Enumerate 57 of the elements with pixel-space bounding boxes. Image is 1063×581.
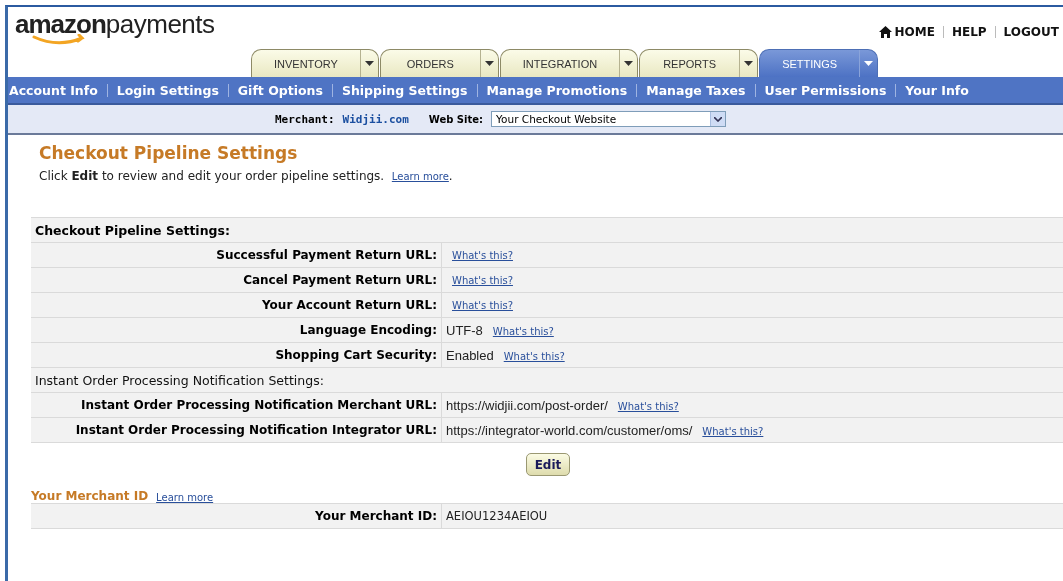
website-dropdown[interactable]: Your Checkout Website (491, 111, 727, 127)
subnav-link[interactable]: Shipping Settings (341, 82, 468, 98)
nav-tab[interactable]: REPORTS (639, 49, 759, 77)
subnav-link[interactable]: Account Info (9, 82, 98, 98)
whats-this-link[interactable]: What's this? (503, 350, 565, 362)
setting-value: https://integrator-world.com/customer/oms/ (446, 422, 693, 438)
section-title: Your Merchant ID (31, 489, 149, 503)
amazon-payments-logo: amazonpayments (8, 7, 215, 43)
whats-this-link[interactable]: What's this? (452, 250, 513, 261)
setting-value: https://widjii.com/post-order/ (446, 397, 608, 413)
nav-tab[interactable]: SETTINGS (759, 49, 879, 77)
whats-this-link[interactable]: What's this? (452, 300, 513, 311)
whats-this-link[interactable]: What's this? (617, 400, 679, 412)
setting-label: Instant Order Processing Notification Integrator URL: (31, 417, 442, 443)
intro-text: Click Edit to review and edit your order pipeline settings. (39, 169, 385, 183)
subnav-link[interactable]: Your Info (905, 82, 969, 98)
subnav-link[interactable]: Gift Options (237, 82, 323, 98)
merchant-id-value: AEIOU1234AEIOU (446, 509, 548, 523)
setting-label: Successful Payment Return URL: (31, 242, 442, 268)
subnav-link[interactable]: Manage Taxes (646, 82, 746, 98)
setting-label: Instant Order Processing Notification Merchant URL: (31, 392, 442, 418)
dropdown-caret-icon[interactable] (744, 61, 754, 66)
learn-more-link[interactable]: Learn more (391, 171, 449, 182)
dropdown-caret-icon[interactable] (484, 61, 494, 66)
website-label: Web Site: (428, 113, 484, 125)
dropdown-caret-icon[interactable] (364, 61, 374, 66)
setting-label: Cancel Payment Return URL: (31, 267, 442, 293)
edit-button[interactable]: Edit (525, 453, 571, 476)
setting-value: UTF-8 (446, 322, 483, 338)
section-subheading: Instant Order Processing Notification Settings: (31, 367, 1063, 393)
setting-label: Your Account Return URL: (31, 292, 442, 318)
subnav-link[interactable]: User Permissions (764, 82, 887, 98)
whats-this-link[interactable]: What's this? (492, 325, 554, 337)
home-icon (878, 26, 892, 38)
setting-label: Shopping Cart Security: (31, 342, 442, 368)
top-nav-link[interactable]: LOGOUT (1003, 25, 1059, 39)
smile-arrow-icon (32, 34, 88, 46)
whats-this-link[interactable]: What's this? (452, 275, 513, 286)
nav-tab[interactable]: ORDERS (379, 49, 499, 77)
merchant-label: Merchant: (274, 112, 335, 126)
dropdown-caret-icon (714, 116, 723, 122)
setting-value: Enabled (446, 347, 494, 363)
merchant-link[interactable]: Widjii.com (342, 112, 409, 126)
dropdown-caret-icon[interactable] (624, 61, 634, 66)
nav-tab[interactable]: INTEGRATION (499, 49, 639, 77)
top-nav-link[interactable]: HELP (951, 25, 987, 39)
top-nav-link[interactable]: HOME (878, 25, 935, 39)
table-heading: Checkout Pipeline Settings: (31, 217, 1063, 243)
subnav-link[interactable]: Manage Promotions (486, 82, 628, 98)
subnav-link[interactable]: Login Settings (116, 82, 219, 98)
whats-this-link[interactable]: What's this? (702, 425, 764, 437)
learn-more-link[interactable]: Learn more (156, 492, 214, 503)
nav-tab[interactable]: INVENTORY (251, 49, 379, 77)
page-title: Checkout Pipeline Settings (39, 143, 299, 163)
setting-label: Language Encoding: (31, 317, 442, 343)
merchant-id-label: Your Merchant ID: (31, 503, 442, 529)
period-text: . (448, 169, 453, 183)
